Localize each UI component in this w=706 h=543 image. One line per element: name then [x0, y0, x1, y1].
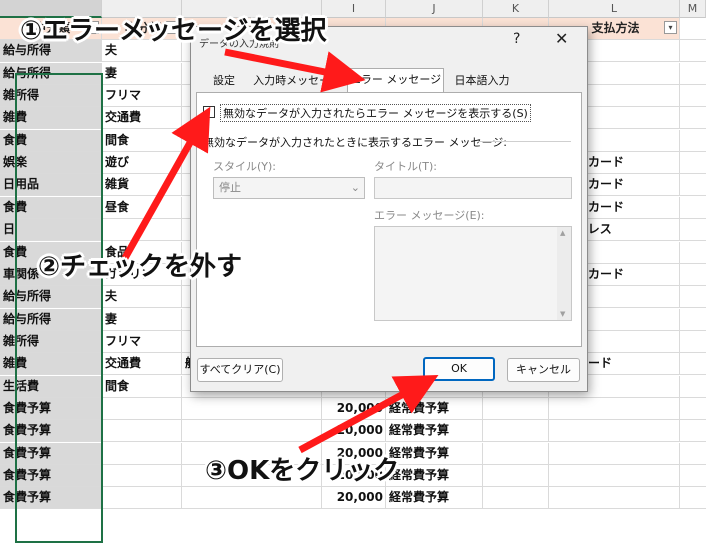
arrow-step1 [224, 48, 366, 93]
annotation-step3: ③OKをクリック [205, 456, 400, 486]
annotation-step1: ①エラーメッセージを選択 [20, 16, 327, 46]
arrow-step2 [121, 106, 211, 260]
arrow-step3 [298, 374, 439, 454]
annotation-step2: ②チェックを外す [38, 252, 243, 282]
